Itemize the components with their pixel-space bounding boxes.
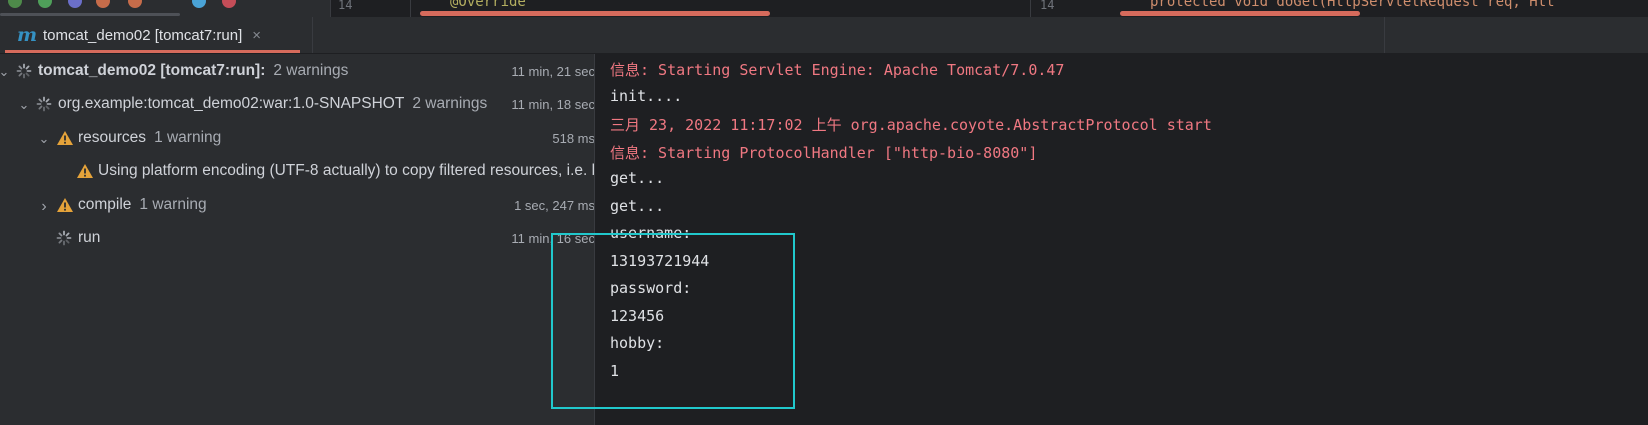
row-meta: 1 warning <box>139 196 207 213</box>
console-output[interactable]: 信息: Starting Servlet Engine: Apache Tomc… <box>595 54 1648 425</box>
chevron-down-icon[interactable]: ⌄ <box>17 97 31 112</box>
row-title: compile <box>78 196 132 213</box>
console-line: username: <box>610 224 692 242</box>
toolbar-settings-icon[interactable] <box>222 0 236 8</box>
divider <box>312 17 313 53</box>
row-duration: 11 min, 21 sec <box>491 63 595 79</box>
spinner-icon <box>56 230 72 246</box>
console-line: 信息: Starting ProtocolHandler ["http-bio-… <box>610 144 1038 162</box>
row-meta: 2 warnings <box>412 95 488 112</box>
console-line: hobby: <box>610 334 665 352</box>
left-line-number: 14 <box>338 0 353 12</box>
console-line: init.... <box>610 87 683 105</box>
horizontal-scrollbar[interactable] <box>0 13 180 16</box>
row-duration: 11 min, 16 sec <box>491 230 595 246</box>
tab-label: tomcat_demo02 [tomcat7:run] <box>43 26 243 44</box>
console-line: 三月 23, 2022 11:17:02 上午 org.apache.coyot… <box>610 116 1212 134</box>
console-line: 123456 <box>610 307 665 325</box>
spinner-icon <box>36 96 52 112</box>
toolbar-debug-icon[interactable] <box>38 0 52 8</box>
row-duration: 518 ms <box>491 130 595 146</box>
console-line: 信息: Starting Servlet Engine: Apache Tomc… <box>610 61 1065 79</box>
toolbar-rerun-icon[interactable] <box>128 0 142 8</box>
search-highlight-bar <box>1120 11 1360 16</box>
close-icon[interactable]: × <box>252 27 261 44</box>
row-meta: 1 warning <box>154 129 222 146</box>
tree-row-run[interactable]: run 11 min, 16 sec <box>0 221 595 255</box>
tree-row-resources[interactable]: ⌄ resources 1 warning 518 ms <box>0 121 595 155</box>
left-code-peek: @Override <box>450 0 526 10</box>
build-tree: ⌄ tomcat_demo02 [tomcat7:run]: 2 warnings… <box>0 54 595 425</box>
search-highlight-bar <box>420 11 770 16</box>
warning-icon <box>57 131 73 145</box>
spinner-icon <box>16 63 32 79</box>
tree-row-label: tomcat_demo02 [tomcat7:run]: 2 warnings <box>38 62 348 80</box>
tab-tomcat-run[interactable]: m tomcat_demo02 [tomcat7:run] × <box>5 17 300 53</box>
toolbar-run-icon[interactable] <box>8 0 22 8</box>
build-tool-window: 14 @Override 14 protected void doGet(Htt… <box>0 0 1648 425</box>
tree-row-label: resources 1 warning <box>78 129 221 147</box>
toolbar-profile-icon[interactable] <box>68 0 82 8</box>
console-line: get... <box>610 197 665 215</box>
warning-icon <box>77 164 93 178</box>
active-tab-indicator <box>5 50 300 53</box>
tree-row-warning-message[interactable]: Using platform encoding (UTF-8 actually)… <box>0 154 595 188</box>
tree-row-label: run <box>78 229 100 247</box>
toolbar-update-icon[interactable] <box>192 0 206 8</box>
console-line: get... <box>610 169 665 187</box>
tree-row-label: compile 1 warning <box>78 196 207 214</box>
tree-row-label: Using platform encoding (UTF-8 actually)… <box>98 162 595 180</box>
row-title: run <box>78 229 101 246</box>
row-title: org.example:tomcat_demo02:war:1.0-SNAPSH… <box>58 95 405 112</box>
console-line: 13193721944 <box>610 252 710 270</box>
row-title: Using platform encoding (UTF-8 actually)… <box>98 162 595 179</box>
right-line-number: 14 <box>1040 0 1055 12</box>
tool-window-tabbar: m tomcat_demo02 [tomcat7:run] × <box>0 17 1648 54</box>
row-duration: 1 sec, 247 ms <box>491 197 595 213</box>
row-title: tomcat_demo02 [tomcat7:run]: <box>38 62 266 79</box>
chevron-down-icon[interactable]: ⌄ <box>37 131 51 146</box>
right-code-peek: protected void doGet(HttpServletRequest … <box>1150 0 1555 10</box>
toolbar-stop-icon[interactable] <box>96 0 110 8</box>
tree-row-compile[interactable]: › compile 1 warning 1 sec, 247 ms <box>0 188 595 222</box>
console-line: password: <box>610 279 692 297</box>
console-line: 1 <box>610 362 620 380</box>
chevron-right-icon[interactable]: › <box>37 198 51 215</box>
editor-peek-strip: 14 @Override 14 protected void doGet(Htt… <box>0 0 1648 17</box>
toolbar-peek <box>0 0 330 17</box>
divider <box>1384 17 1385 53</box>
row-duration: 11 min, 18 sec <box>491 96 595 112</box>
tree-row-module[interactable]: ⌄ org.example:tomcat_demo02:war:1.0-SNAP… <box>0 87 595 121</box>
divider <box>1030 0 1031 17</box>
tree-row-label: org.example:tomcat_demo02:war:1.0-SNAPSH… <box>58 95 487 113</box>
warning-icon <box>57 198 73 212</box>
divider <box>330 0 331 17</box>
tree-row-root[interactable]: ⌄ tomcat_demo02 [tomcat7:run]: 2 warnings… <box>0 54 595 88</box>
chevron-down-icon[interactable]: ⌄ <box>0 64 11 79</box>
divider <box>410 0 411 17</box>
maven-icon: m <box>17 24 38 46</box>
row-meta: 2 warnings <box>273 62 349 79</box>
row-title: resources <box>78 129 147 146</box>
